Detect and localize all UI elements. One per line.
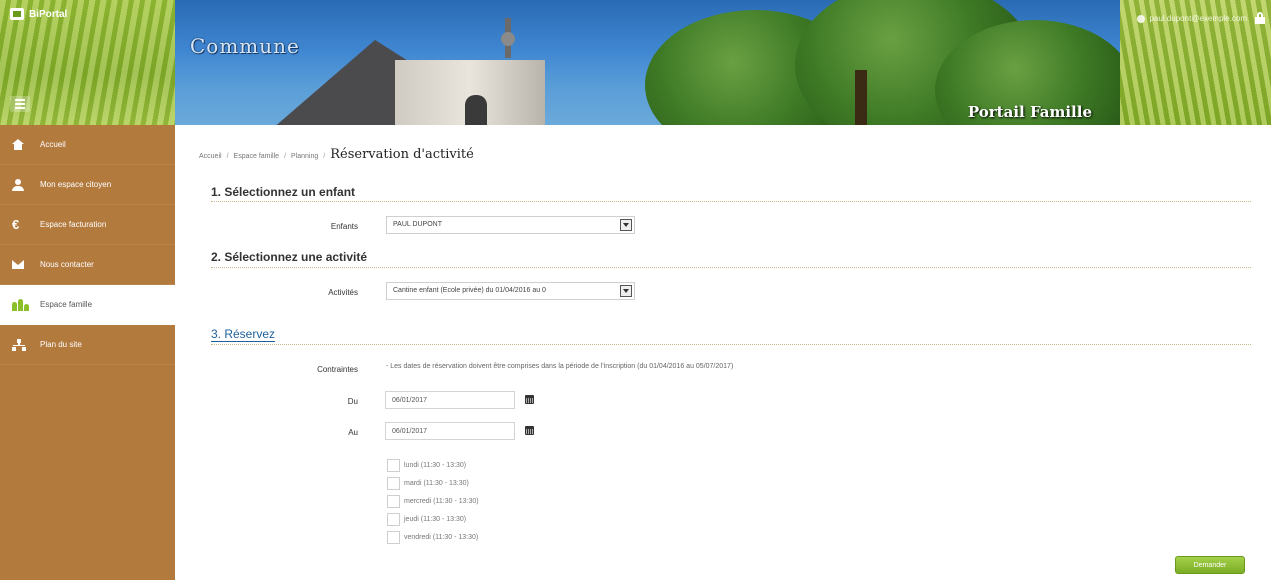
- enfant-select[interactable]: PAUL DUPONT: [386, 216, 635, 234]
- date-to-label: Au: [348, 428, 358, 437]
- page-title: Réservation d'activité: [330, 147, 474, 162]
- euro-icon: €: [12, 217, 20, 232]
- breadcrumb-link-accueil[interactable]: Accueil: [199, 153, 222, 160]
- chevron-down-icon: [620, 285, 632, 297]
- contraintes-label: Contraintes: [317, 365, 358, 374]
- hamburger-icon: [15, 99, 25, 101]
- banner-photo: Commune Portail Famille: [175, 0, 1120, 125]
- church-spire-shape: [501, 18, 515, 58]
- sidebar-item-plan-du-site[interactable]: Plan du site: [0, 325, 175, 365]
- calendar-icon[interactable]: [525, 426, 534, 435]
- sitemap-icon: [12, 338, 40, 351]
- day-checkbox[interactable]: [387, 459, 400, 472]
- home-icon: [12, 139, 40, 150]
- section-divider: [211, 267, 1251, 268]
- app-brand[interactable]: BiPortal: [10, 8, 67, 20]
- day-checkbox-row[interactable]: mardi (11:30 - 13:30): [387, 477, 469, 490]
- app-brand-label: BiPortal: [29, 8, 68, 20]
- sidebar-item-contact[interactable]: Nous contacter: [0, 245, 175, 285]
- day-label: mercredi (11:30 - 13:30): [404, 498, 479, 505]
- sidebar: Accueil Mon espace citoyen € Espace fact…: [0, 125, 175, 580]
- tree-trunk-shape: [855, 70, 867, 125]
- breadcrumb: Accueil / Espace famille / Planning / Ré…: [199, 147, 474, 162]
- date-from-input[interactable]: 06/01/2017: [385, 391, 515, 409]
- breadcrumb-link-planning[interactable]: Planning: [291, 153, 318, 160]
- sidebar-item-espace-famille[interactable]: Espace famille: [0, 285, 175, 325]
- day-checkbox[interactable]: [387, 513, 400, 526]
- constraint-text: - Les dates de réservation doivent être …: [386, 363, 734, 370]
- enfants-label: Enfants: [330, 222, 358, 231]
- day-checkbox-row[interactable]: jeudi (11:30 - 13:30): [387, 513, 466, 526]
- sidebar-item-label: Espace facturation: [40, 220, 107, 229]
- chevron-down-icon: [620, 219, 632, 231]
- day-checkbox-row[interactable]: lundi (11:30 - 13:30): [387, 459, 466, 472]
- section-title-enfant: 1. Sélectionnez un enfant: [211, 185, 356, 199]
- sidebar-item-label: Nous contacter: [40, 260, 94, 269]
- menu-toggle-button[interactable]: [10, 96, 30, 112]
- section-title-activite: 2. Sélectionnez une activité: [211, 250, 368, 264]
- header-banner: BiPortal Commune Portail Famille paul.du…: [0, 0, 1271, 125]
- church-window-shape: [465, 95, 487, 125]
- enfant-select-value: PAUL DUPONT: [393, 221, 443, 228]
- section-divider: [211, 344, 1251, 345]
- breadcrumb-link-espace-famille[interactable]: Espace famille: [234, 153, 280, 160]
- user-email: paul.dupont@exemple.com: [1149, 14, 1247, 23]
- day-checkbox-row[interactable]: mercredi (11:30 - 13:30): [387, 495, 479, 508]
- user-account-link[interactable]: paul.dupont@exemple.com: [1137, 14, 1247, 23]
- section-title-reservez: 3. Réservez: [211, 327, 276, 342]
- banner-subtitle: Portail Famille: [967, 103, 1092, 121]
- section-divider: [211, 201, 1251, 202]
- banner-left-panel: BiPortal: [0, 0, 175, 125]
- day-label: vendredi (11:30 - 13:30): [404, 534, 479, 541]
- activite-select[interactable]: Cantine enfant (Ecole privée) du 01/04/2…: [386, 282, 635, 300]
- app-logo-icon: [10, 8, 24, 20]
- calendar-icon[interactable]: [525, 395, 534, 404]
- activites-label: Activités: [328, 288, 358, 297]
- day-label: lundi (11:30 - 13:30): [404, 462, 467, 469]
- sidebar-item-label: Accueil: [40, 140, 66, 149]
- banner-title: Commune: [190, 34, 300, 58]
- date-to-input[interactable]: 06/01/2017: [385, 422, 515, 440]
- day-checkbox[interactable]: [387, 477, 400, 490]
- main-content: Accueil / Espace famille / Planning / Ré…: [175, 125, 1271, 580]
- sidebar-item-espace-citoyen[interactable]: Mon espace citoyen: [0, 165, 175, 205]
- submit-button[interactable]: Demander: [1175, 556, 1245, 574]
- sidebar-item-label: Plan du site: [40, 340, 82, 349]
- day-checkbox-row[interactable]: vendredi (11:30 - 13:30): [387, 531, 478, 544]
- sidebar-item-facturation[interactable]: € Espace facturation: [0, 205, 175, 245]
- user-icon: [12, 178, 40, 191]
- date-from-label: Du: [347, 397, 358, 406]
- mail-icon: [12, 260, 40, 269]
- sidebar-item-label: Espace famille: [40, 300, 93, 309]
- logout-lock-icon[interactable]: [1255, 12, 1265, 24]
- day-label: mardi (11:30 - 13:30): [404, 480, 469, 487]
- day-checkbox[interactable]: [387, 495, 400, 508]
- person-icon: [1137, 14, 1146, 23]
- day-checkbox[interactable]: [387, 531, 400, 544]
- day-label: jeudi (11:30 - 13:30): [404, 516, 467, 523]
- activite-select-value: Cantine enfant (Ecole privée) du 01/04/2…: [393, 287, 546, 294]
- sidebar-item-label: Mon espace citoyen: [40, 180, 112, 189]
- sidebar-item-accueil[interactable]: Accueil: [0, 125, 175, 165]
- family-icon: [12, 298, 40, 311]
